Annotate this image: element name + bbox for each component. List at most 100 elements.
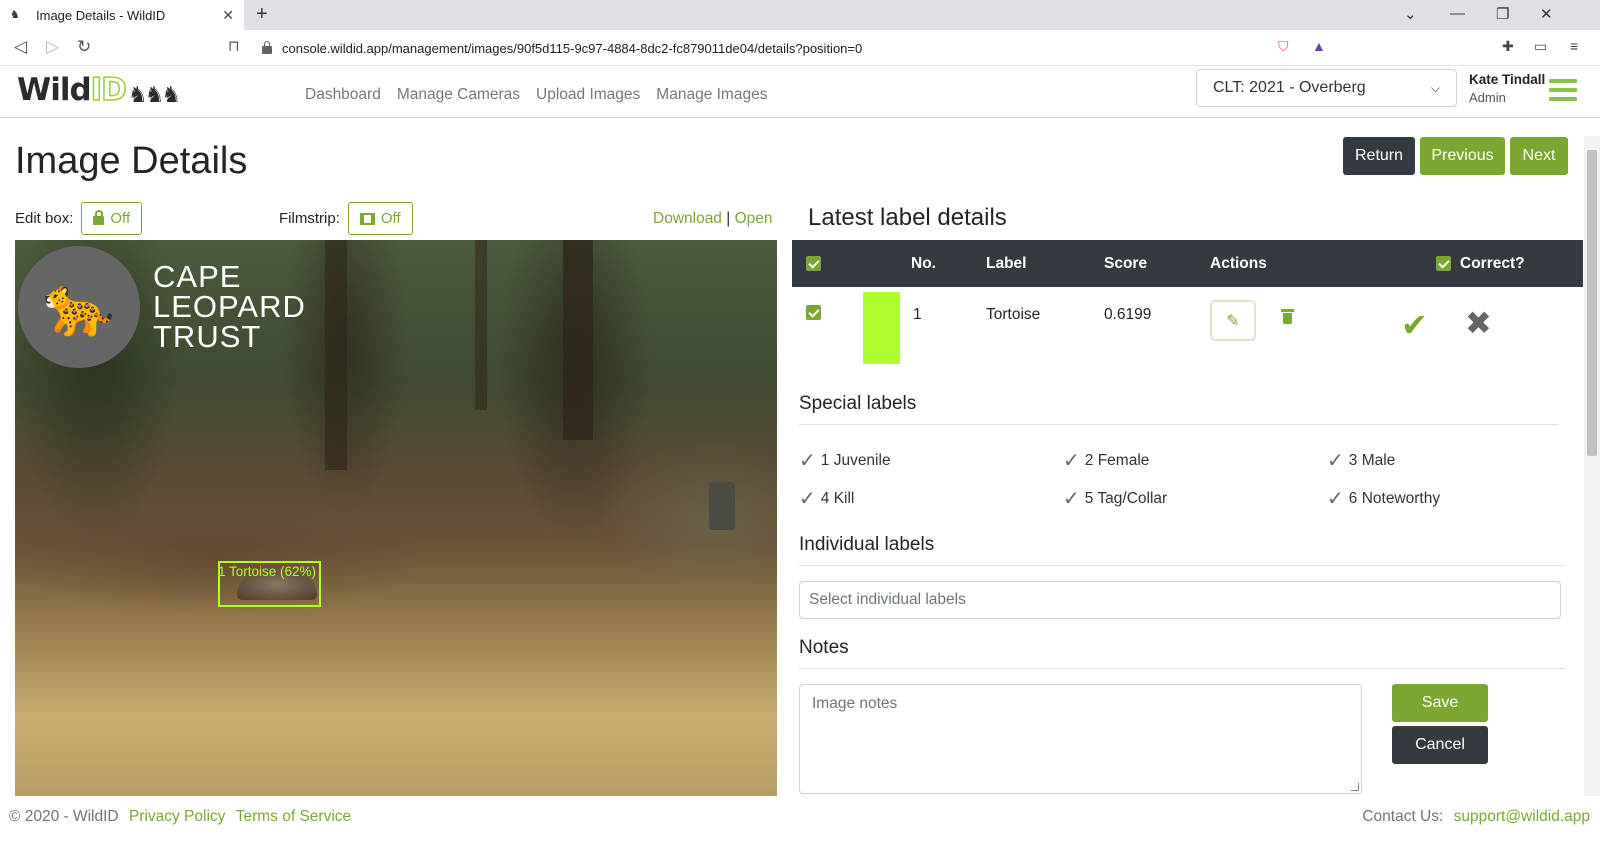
- special-label-text: 1 Juvenile: [820, 451, 891, 469]
- privacy-policy-link[interactable]: Privacy Policy: [129, 808, 225, 825]
- tree-trunk: [325, 240, 347, 470]
- divider: [799, 424, 1559, 425]
- special-label-juvenile[interactable]: ✓ 1 Juvenile: [799, 448, 891, 473]
- next-button[interactable]: Next: [1510, 137, 1568, 175]
- brave-rewards-icon[interactable]: ▲: [1312, 38, 1326, 54]
- select-all-checkbox[interactable]: [806, 256, 821, 271]
- image-notes-textarea[interactable]: Image notes: [799, 684, 1362, 794]
- extensions-icon[interactable]: ✚: [1502, 38, 1514, 55]
- nav-dashboard[interactable]: Dashboard: [305, 86, 381, 104]
- address-bar: ◁ ▷ ↻ ⊓ console.wildid.app/management/im…: [0, 30, 1600, 66]
- col-score: Score: [1104, 255, 1148, 272]
- animals-icon: ♞♞♞: [127, 82, 181, 107]
- pencil-icon: ✎: [1226, 312, 1240, 330]
- table-row: 1 Tortoise 0.6199 ✎ ✔ ✖: [792, 287, 1583, 366]
- chevron-down-icon: ⌵: [1430, 80, 1440, 95]
- trail-camera: [709, 482, 735, 530]
- close-tab-icon[interactable]: ✕: [222, 7, 234, 24]
- divider: [799, 565, 1565, 566]
- row-no: 1: [913, 306, 922, 323]
- back-icon[interactable]: ◁: [14, 37, 27, 57]
- project-select-value: CLT: 2021 - Overberg: [1213, 79, 1366, 96]
- lock-icon: [262, 41, 272, 54]
- wallet-icon[interactable]: ▭: [1534, 38, 1547, 55]
- url-field[interactable]: console.wildid.app/management/images/90f…: [262, 34, 1272, 62]
- edit-box-control: Edit box: Off: [15, 202, 143, 235]
- resize-handle[interactable]: [1351, 783, 1359, 791]
- return-button[interactable]: Return: [1343, 137, 1415, 175]
- special-label-noteworthy[interactable]: ✓ 6 Noteworthy: [1327, 486, 1440, 511]
- terms-link[interactable]: Terms of Service: [236, 808, 351, 825]
- save-notes-button[interactable]: Save: [1392, 684, 1488, 722]
- mark-correct-icon[interactable]: ✔: [1401, 309, 1428, 341]
- user-name: Kate Tindall: [1469, 72, 1546, 87]
- special-label-male[interactable]: ✓ 3 Male: [1327, 448, 1395, 473]
- special-label-tag-collar[interactable]: ✓ 5 Tag/Collar: [1063, 486, 1167, 511]
- special-label-kill[interactable]: ✓ 4 Kill: [799, 486, 854, 511]
- download-link[interactable]: Download: [653, 210, 722, 227]
- special-label-text: 5 Tag/Collar: [1084, 489, 1168, 507]
- support-email-link[interactable]: support@wildid.app: [1454, 808, 1590, 825]
- wildid-logo[interactable]: Wild ID ♞♞♞: [17, 71, 181, 109]
- new-tab-icon[interactable]: +: [256, 4, 268, 24]
- check-icon: ✓: [1327, 488, 1344, 510]
- restore-icon[interactable]: ❐: [1496, 5, 1509, 23]
- row-label: Tortoise: [986, 306, 1041, 323]
- check-icon: ✓: [799, 488, 816, 510]
- minimize-icon[interactable]: —: [1450, 5, 1465, 22]
- trash-icon[interactable]: [1281, 309, 1294, 325]
- special-label-female[interactable]: ✓ 2 Female: [1063, 448, 1149, 473]
- check-icon: ✓: [1063, 450, 1080, 472]
- reload-icon[interactable]: ↻: [77, 37, 91, 57]
- row-score: 0.6199: [1104, 306, 1152, 323]
- project-select[interactable]: CLT: 2021 - Overberg ⌵: [1196, 69, 1457, 107]
- watermark-line: TRUST: [153, 319, 262, 354]
- bookmark-icon[interactable]: ⊓: [228, 37, 240, 55]
- cancel-notes-button[interactable]: Cancel: [1392, 726, 1488, 764]
- latest-label-title: Latest label details: [808, 204, 1007, 231]
- special-label-text: 6 Noteworthy: [1348, 489, 1441, 507]
- logo-text-wild: Wild: [17, 72, 92, 108]
- previous-button[interactable]: Previous: [1420, 137, 1505, 175]
- mark-incorrect-icon[interactable]: ✖: [1465, 307, 1492, 339]
- contact-label: Contact Us:: [1362, 808, 1444, 825]
- check-icon: ✓: [799, 450, 816, 472]
- page-scrollbar[interactable]: [1584, 136, 1600, 796]
- edit-box-toggle[interactable]: Off: [81, 202, 143, 235]
- nav-upload-images[interactable]: Upload Images: [536, 86, 640, 104]
- image-links: Download | Open: [653, 210, 773, 228]
- individual-labels-title: Individual labels: [799, 534, 935, 555]
- browser-tab[interactable]: ♞ Image Details - WildID ✕: [0, 0, 244, 30]
- film-icon: [359, 212, 375, 225]
- col-no: No.: [911, 255, 936, 272]
- leopard-icon: 🐆: [18, 246, 140, 368]
- main-nav: Dashboard Manage Cameras Upload Images M…: [305, 86, 767, 104]
- url-text: console.wildid.app/management/images/90f…: [282, 40, 863, 56]
- row-checkbox[interactable]: [806, 305, 821, 320]
- divider: [799, 668, 1565, 669]
- open-link[interactable]: Open: [735, 210, 773, 227]
- logo-text-id: ID: [90, 71, 128, 109]
- nav-manage-images[interactable]: Manage Images: [656, 86, 767, 104]
- brave-shield-icon[interactable]: ⛉: [1278, 38, 1289, 55]
- camera-trap-image[interactable]: 🐆 CAPE LEOPARD TRUST 1 Tortoise (62%): [15, 240, 777, 796]
- special-label-text: 2 Female: [1084, 451, 1150, 469]
- forward-icon[interactable]: ▷: [46, 37, 59, 57]
- image-notes-placeholder: Image notes: [812, 695, 898, 712]
- nav-manage-cameras[interactable]: Manage Cameras: [397, 86, 520, 104]
- user-role: Admin: [1469, 90, 1506, 105]
- scrollbar-thumb[interactable]: [1587, 150, 1597, 456]
- individual-labels-select[interactable]: Select individual labels: [799, 581, 1561, 619]
- notes-title: Notes: [799, 637, 849, 658]
- tab-search-icon[interactable]: ⌄: [1404, 5, 1417, 23]
- page-title: Image Details: [15, 140, 248, 182]
- app-navbar: Wild ID ♞♞♞ Dashboard Manage Cameras Uplo…: [0, 66, 1600, 118]
- correct-all-checkbox[interactable]: [1436, 256, 1451, 271]
- edit-label-button[interactable]: ✎: [1210, 300, 1256, 341]
- copyright: © 2020 - WildID: [9, 808, 119, 825]
- window-close-icon[interactable]: ✕: [1540, 5, 1553, 23]
- menu-icon[interactable]: ≡: [1570, 38, 1578, 54]
- hamburger-menu-icon[interactable]: [1549, 79, 1577, 101]
- label-color-swatch: [863, 292, 900, 364]
- filmstrip-toggle[interactable]: Off: [347, 202, 413, 235]
